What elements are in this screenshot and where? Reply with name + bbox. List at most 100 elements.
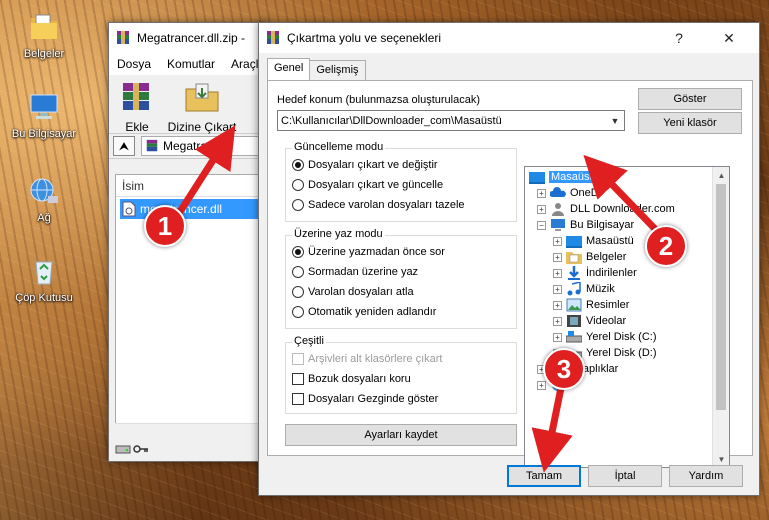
- chevron-down-icon[interactable]: ▼: [606, 111, 624, 130]
- option-label: Dosyaları Gezginde göster: [308, 393, 439, 405]
- desktop-icon-network[interactable]: Ağ: [6, 176, 82, 224]
- help-button[interactable]: Yardım: [669, 465, 743, 487]
- tree-item-documents[interactable]: + Belgeler: [553, 249, 626, 265]
- winrar-app-icon: [117, 31, 129, 44]
- tree-item-label: Videolar: [586, 315, 627, 327]
- update-option-extract-replace[interactable]: Dosyaları çıkart ve değiştir: [292, 159, 438, 171]
- overwrite-option-skip[interactable]: Varolan dosyaları atla: [292, 286, 414, 298]
- new-folder-button[interactable]: Yeni klasör: [638, 112, 742, 134]
- expand-icon[interactable]: +: [553, 284, 562, 294]
- option-label: Varolan dosyaları atla: [308, 286, 414, 298]
- tree-vscrollbar[interactable]: ▲ ▼: [712, 167, 729, 467]
- documents-folder-icon: [31, 14, 57, 39]
- tab-advanced[interactable]: Gelişmiş: [309, 60, 366, 80]
- destination-path-combo[interactable]: C:\Kullanıcılar\DllDownloader_com\Masaüs…: [277, 110, 625, 131]
- up-folder-button[interactable]: ⮝: [113, 136, 135, 156]
- close-button[interactable]: ✕: [711, 23, 747, 53]
- expand-icon[interactable]: +: [553, 316, 562, 326]
- overwrite-mode-title: Üzerine yaz modu: [292, 228, 385, 240]
- add-label: Ekle: [125, 120, 149, 134]
- radio-button[interactable]: [292, 159, 304, 171]
- tree-item-drive-c[interactable]: + Yerel Disk (C:): [553, 329, 657, 345]
- expand-icon[interactable]: +: [553, 252, 562, 262]
- expand-icon[interactable]: +: [537, 188, 546, 198]
- expand-icon[interactable]: +: [553, 332, 562, 342]
- tree-item-this-pc[interactable]: − Bu Bilgisayar: [537, 217, 634, 233]
- tree-item-label: OneDr: [570, 187, 603, 199]
- scroll-thumb[interactable]: [716, 184, 726, 410]
- radio-button[interactable]: [292, 199, 304, 211]
- overwrite-option-ask[interactable]: Üzerine yazmadan önce sor: [292, 246, 445, 258]
- option-label: Otomatik yeniden adlandır: [308, 306, 437, 318]
- overwrite-mode-group: Üzerine yaz modu Üzerine yazmadan önce s…: [285, 228, 517, 329]
- help-titlebar-button[interactable]: ?: [661, 23, 697, 53]
- tree-item-label: DLL Downloader.com: [570, 203, 675, 215]
- add-button[interactable]: Ekle: [109, 75, 165, 134]
- collapse-icon[interactable]: −: [537, 220, 546, 230]
- archive-path-field[interactable]: Megatrancer: [141, 136, 267, 156]
- misc-option-keep-broken[interactable]: Bozuk dosyaları koru: [292, 373, 411, 385]
- onedrive-icon: [550, 187, 566, 197]
- radio-button[interactable]: [292, 266, 304, 278]
- tree-item-onedrive[interactable]: + OneDr: [537, 185, 602, 201]
- radio-button[interactable]: [292, 246, 304, 258]
- file-list-hscrollbar[interactable]: [115, 423, 265, 437]
- overwrite-option-rename[interactable]: Otomatik yeniden adlandır: [292, 306, 436, 318]
- tree-item-desktop-root[interactable]: Masaüstü: [529, 169, 601, 185]
- tree-item-downloads[interactable]: + İndirilenler: [553, 265, 637, 281]
- radio-button[interactable]: [292, 306, 304, 318]
- cancel-button[interactable]: İptal: [588, 465, 662, 487]
- desktop-icon-recycle-bin[interactable]: Çöp Kutusu: [6, 256, 82, 304]
- extract-dialog: Çıkartma yolu ve seçenekleri ? ✕ Genel G…: [258, 22, 760, 496]
- radio-button[interactable]: [292, 286, 304, 298]
- user-folder-icon: [552, 203, 564, 216]
- update-option-extract-update[interactable]: Dosyaları çıkart ve güncelle: [292, 179, 443, 191]
- column-header-name[interactable]: İsim: [116, 175, 264, 197]
- checkbox[interactable]: [292, 393, 304, 405]
- ok-button[interactable]: Tamam: [507, 465, 581, 487]
- tree-item-label: Yerel Disk (D:): [586, 347, 657, 359]
- save-settings-button[interactable]: Ayarları kaydet: [285, 424, 517, 446]
- tree-item-user[interactable]: + DLL Downloader.com: [537, 201, 675, 217]
- misc-option-show-in-explorer[interactable]: Dosyaları Gezginde göster: [292, 393, 438, 405]
- desktop-icon-label: Çöp Kutusu: [15, 292, 73, 304]
- menu-commands[interactable]: Komutlar: [159, 57, 223, 71]
- tab-general[interactable]: Genel: [267, 58, 311, 80]
- expand-icon[interactable]: +: [553, 268, 562, 278]
- documents-icon: [566, 252, 582, 264]
- tree-item-pictures[interactable]: + Resimler: [553, 297, 629, 313]
- checkbox[interactable]: [292, 373, 304, 385]
- dialog-titlebar[interactable]: Çıkartma yolu ve seçenekleri ? ✕: [259, 23, 759, 53]
- overwrite-option-without-prompt[interactable]: Sormadan üzerine yaz: [292, 266, 418, 278]
- expand-icon[interactable]: +: [537, 380, 546, 390]
- key-status-icon: [133, 445, 148, 453]
- tree-item-label: Resimler: [586, 299, 630, 311]
- tree-item-videos[interactable]: + Videolar: [553, 313, 626, 329]
- tree-item-music[interactable]: + Müzik: [553, 281, 615, 297]
- option-label: Dosyaları çıkart ve güncelle: [308, 179, 444, 191]
- tree-item-label: Yerel Disk (C:): [586, 331, 657, 343]
- archive-titlebar[interactable]: Megatrancer.dll.zip -: [109, 23, 267, 53]
- extract-to-label: Dizine Çıkart: [167, 120, 237, 134]
- desktop-icon-label: Bu Bilgisayar: [11, 128, 77, 140]
- expand-icon[interactable]: +: [537, 204, 546, 214]
- desktop-icon-documents[interactable]: Belgeler: [6, 12, 82, 60]
- scroll-up-icon[interactable]: ▲: [713, 167, 729, 183]
- menu-file[interactable]: Dosya: [109, 57, 159, 71]
- extract-to-button[interactable]: Dizine Çıkart: [165, 75, 239, 134]
- expand-icon[interactable]: +: [553, 236, 562, 246]
- file-row[interactable]: megatrancer.dll: [120, 199, 264, 219]
- option-label: Sadece varolan dosyaları tazele: [308, 199, 465, 211]
- update-option-fresh-existing[interactable]: Sadece varolan dosyaları tazele: [292, 199, 465, 211]
- tree-item-label: Bu Bilgisayar: [570, 219, 635, 231]
- misc-option-subfolders: Arşivleri alt klasörlere çıkart: [292, 353, 442, 365]
- tree-item-desktop[interactable]: + Masaüstü: [553, 233, 634, 249]
- winrar-app-icon: [267, 31, 279, 44]
- update-mode-group: Güncelleme modu Dosyaları çıkart ve deği…: [285, 141, 517, 222]
- radio-button[interactable]: [292, 179, 304, 191]
- tree-item-label: Müzik: [586, 283, 615, 295]
- expand-icon[interactable]: +: [553, 300, 562, 310]
- show-button[interactable]: Göster: [638, 88, 742, 110]
- desktop-icon-this-pc[interactable]: Bu Bilgisayar: [6, 92, 82, 140]
- option-label: Sormadan üzerine yaz: [308, 266, 419, 278]
